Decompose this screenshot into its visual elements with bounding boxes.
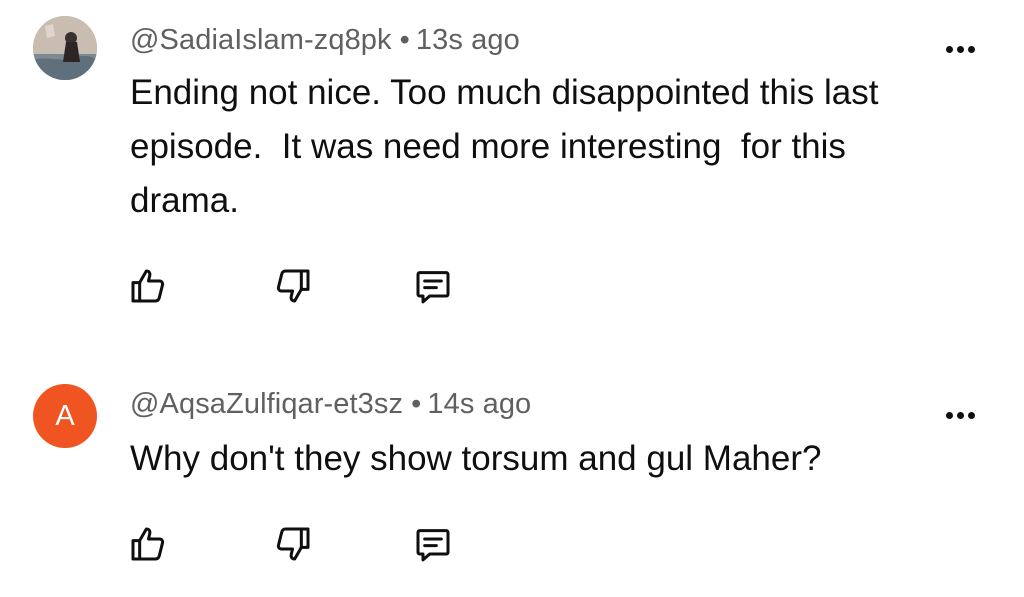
meta-separator: • — [411, 388, 422, 420]
thumb-down-icon — [276, 527, 310, 561]
reply-icon — [416, 271, 450, 304]
more-dot — [956, 411, 964, 419]
comment-time: 14s ago — [427, 388, 532, 420]
more-dots-icon — [945, 45, 953, 53]
more-dots-icon — [945, 411, 953, 419]
more-dot — [967, 411, 975, 419]
avatar-photo-image — [33, 16, 97, 80]
more-options-button[interactable] — [940, 34, 980, 64]
comment-item: @SadiaIslam-zq8pk • 13s ago Ending not nic… — [0, 0, 1024, 340]
avatar[interactable]: A — [33, 384, 97, 448]
more-options-button[interactable] — [940, 400, 980, 430]
meta-separator: • — [399, 24, 410, 56]
more-dot — [967, 45, 975, 53]
like-button[interactable] — [120, 516, 176, 572]
reply-button[interactable] — [405, 258, 461, 314]
comment-meta: @AqsaZulfiqar-et3sz • 14s ago — [130, 388, 531, 421]
comment-author[interactable]: @SadiaIslam-zq8pk — [130, 24, 392, 56]
like-button[interactable] — [120, 258, 176, 314]
reply-button[interactable] — [405, 516, 461, 572]
dislike-button[interactable] — [265, 516, 321, 572]
thumb-up-icon — [131, 527, 165, 561]
comment-time: 13s ago — [415, 24, 520, 56]
thumb-down-icon — [276, 269, 310, 303]
comment-item: A @AqsaZulfiqar-et3sz • 14s ago Why don't … — [0, 340, 1024, 597]
comment-meta: @SadiaIslam-zq8pk • 13s ago — [130, 24, 520, 57]
reply-icon — [416, 529, 450, 562]
comment-thread: @SadiaIslam-zq8pk • 13s ago Ending not nic… — [0, 0, 1024, 597]
dislike-button[interactable] — [265, 258, 321, 314]
comment-text: Why don't they show torsum and gul Maher… — [130, 439, 822, 478]
comment-author[interactable]: @AqsaZulfiqar-et3sz — [130, 388, 403, 420]
comment-text: Ending not nice. Too much disappointed t… — [130, 73, 889, 220]
more-dot — [956, 45, 964, 53]
avatar[interactable] — [33, 16, 97, 80]
thumb-up-icon — [131, 269, 165, 303]
